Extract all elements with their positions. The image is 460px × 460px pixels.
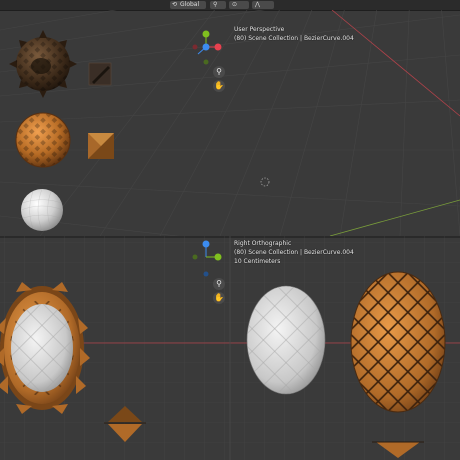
silver-faceted-egg: [246, 285, 326, 395]
gizmo-z-positive-icon: [202, 43, 210, 51]
view-name: Right Orthographic: [234, 240, 292, 247]
gizmo-y-negative-icon: [203, 59, 209, 65]
snap-icon: ⚲: [213, 1, 218, 8]
proportional-edit-toggle[interactable]: ⋀: [252, 1, 274, 9]
gizmo-y-positive-icon: [202, 30, 210, 38]
viewport-user-perspective[interactable]: User Perspective (80) Scene Collection |…: [0, 10, 460, 236]
orientation-gizmo-icon: ⟲: [172, 1, 178, 8]
bronze-diamond-sphere: [15, 112, 71, 168]
hand-pan-icon[interactable]: ✋: [213, 292, 225, 304]
gizmo-z-positive-icon: [202, 240, 210, 248]
orientation-label: Global: [180, 1, 200, 8]
viewport-right-orthographic[interactable]: Right Orthographic (80) Scene Collection…: [0, 236, 460, 460]
collection-info: (80) Scene Collection | BezierCurve.004: [234, 249, 354, 256]
silver-faceted-sphere: [20, 188, 64, 232]
bronze-square-plane: [88, 133, 114, 159]
dark-spiky-sphere: [9, 30, 77, 98]
zoom-icon[interactable]: ⚲: [213, 66, 225, 78]
gizmo-y-positive-icon: [214, 253, 222, 261]
snap-toggle[interactable]: ⚲: [210, 1, 226, 9]
perspective-grid: [0, 10, 460, 236]
hand-pan-icon[interactable]: ✋: [213, 80, 225, 92]
proportional-edit-icon: ⋀: [255, 1, 260, 8]
x-axis-line: [331, 10, 460, 117]
transform-orientation-dropdown[interactable]: ⟲ Global: [170, 1, 206, 9]
zoom-icon[interactable]: ⚲: [213, 278, 225, 290]
navigation-gizmo[interactable]: [192, 30, 222, 65]
bronze-lattice-egg: [350, 271, 446, 413]
gizmo-x-positive-icon: [214, 43, 222, 51]
gizmo-z-negative-icon: [203, 271, 209, 277]
pivot-dropdown[interactable]: ⊙: [229, 1, 249, 9]
gizmo-y-negative-icon: [192, 254, 198, 260]
3d-cursor-icon: [260, 177, 270, 187]
gizmo-x-negative-icon: [192, 44, 198, 50]
y-axis-line: [329, 199, 460, 236]
dark-square-plane: [88, 62, 112, 86]
pivot-icon: ⊙: [232, 1, 238, 8]
ortho-grid: [0, 236, 460, 460]
collection-info: (80) Scene Collection | BezierCurve.004: [234, 35, 354, 42]
scale-info: 10 Centimeters: [234, 258, 281, 265]
view-name: User Perspective: [234, 26, 285, 33]
